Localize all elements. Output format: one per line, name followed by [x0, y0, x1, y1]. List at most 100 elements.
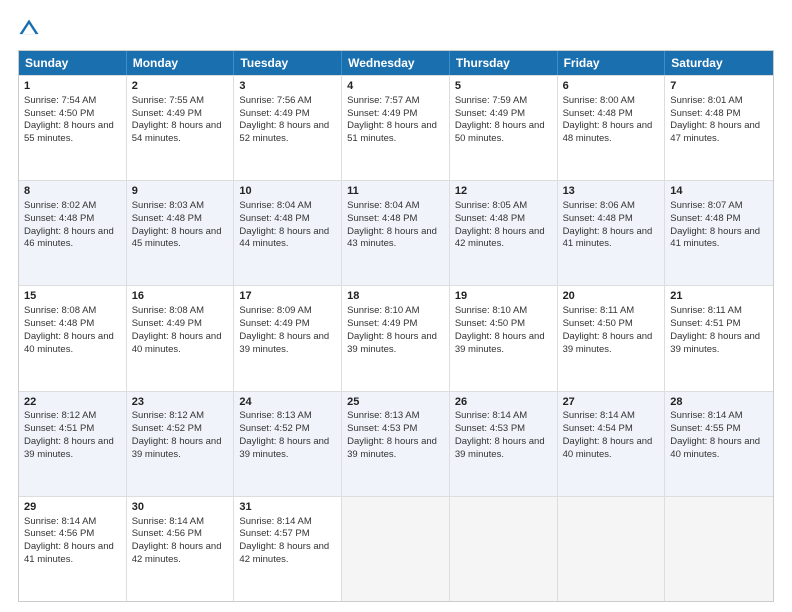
cell-day: 18	[347, 289, 444, 304]
header	[18, 18, 774, 40]
cal-cell: 15 Sunrise: 8:08 AM Sunset: 4:48 PM Dayl…	[19, 286, 127, 390]
cell-daylight: Daylight: 8 hours and 47 minutes.	[670, 120, 768, 146]
cal-header-cell: Wednesday	[342, 51, 450, 75]
cell-daylight: Daylight: 8 hours and 40 minutes.	[670, 436, 768, 462]
cell-sunrise: Sunrise: 8:08 AM	[24, 305, 121, 318]
cell-day: 3	[239, 79, 336, 94]
cell-sunrise: Sunrise: 8:10 AM	[347, 305, 444, 318]
cell-daylight: Daylight: 8 hours and 42 minutes.	[239, 541, 336, 567]
cell-daylight: Daylight: 8 hours and 39 minutes.	[670, 331, 768, 357]
cell-daylight: Daylight: 8 hours and 54 minutes.	[132, 120, 229, 146]
cell-sunrise: Sunrise: 8:05 AM	[455, 200, 552, 213]
cell-sunrise: Sunrise: 8:09 AM	[239, 305, 336, 318]
cell-day: 10	[239, 184, 336, 199]
cell-sunrise: Sunrise: 8:10 AM	[455, 305, 552, 318]
cell-day: 13	[563, 184, 660, 199]
cell-sunset: Sunset: 4:49 PM	[347, 318, 444, 331]
calendar: SundayMondayTuesdayWednesdayThursdayFrid…	[18, 50, 774, 602]
cell-day: 24	[239, 395, 336, 410]
cell-daylight: Daylight: 8 hours and 40 minutes.	[563, 436, 660, 462]
cell-day: 27	[563, 395, 660, 410]
cell-sunset: Sunset: 4:48 PM	[24, 318, 121, 331]
cal-row: 29 Sunrise: 8:14 AM Sunset: 4:56 PM Dayl…	[19, 496, 773, 601]
cal-cell: 21 Sunrise: 8:11 AM Sunset: 4:51 PM Dayl…	[665, 286, 773, 390]
cell-day: 14	[670, 184, 768, 199]
cal-cell: 31 Sunrise: 8:14 AM Sunset: 4:57 PM Dayl…	[234, 497, 342, 601]
cell-daylight: Daylight: 8 hours and 52 minutes.	[239, 120, 336, 146]
cell-sunset: Sunset: 4:49 PM	[239, 108, 336, 121]
cal-cell	[558, 497, 666, 601]
cell-daylight: Daylight: 8 hours and 39 minutes.	[455, 331, 552, 357]
cell-sunrise: Sunrise: 8:08 AM	[132, 305, 229, 318]
cell-day: 23	[132, 395, 229, 410]
cell-sunset: Sunset: 4:52 PM	[239, 423, 336, 436]
page: SundayMondayTuesdayWednesdayThursdayFrid…	[0, 0, 792, 612]
logo	[18, 18, 40, 40]
cell-sunset: Sunset: 4:50 PM	[455, 318, 552, 331]
cell-sunset: Sunset: 4:48 PM	[239, 213, 336, 226]
cell-daylight: Daylight: 8 hours and 39 minutes.	[239, 436, 336, 462]
cell-sunset: Sunset: 4:49 PM	[132, 318, 229, 331]
cal-cell: 20 Sunrise: 8:11 AM Sunset: 4:50 PM Dayl…	[558, 286, 666, 390]
cell-sunset: Sunset: 4:51 PM	[670, 318, 768, 331]
cell-daylight: Daylight: 8 hours and 42 minutes.	[132, 541, 229, 567]
cell-sunrise: Sunrise: 8:03 AM	[132, 200, 229, 213]
cell-day: 30	[132, 500, 229, 515]
cell-sunset: Sunset: 4:57 PM	[239, 528, 336, 541]
cell-day: 15	[24, 289, 121, 304]
cell-daylight: Daylight: 8 hours and 41 minutes.	[670, 226, 768, 252]
cell-sunrise: Sunrise: 8:06 AM	[563, 200, 660, 213]
calendar-body: 1 Sunrise: 7:54 AM Sunset: 4:50 PM Dayli…	[19, 75, 773, 601]
cell-sunset: Sunset: 4:49 PM	[239, 318, 336, 331]
cal-cell: 30 Sunrise: 8:14 AM Sunset: 4:56 PM Dayl…	[127, 497, 235, 601]
cell-daylight: Daylight: 8 hours and 39 minutes.	[24, 436, 121, 462]
cell-sunrise: Sunrise: 8:11 AM	[670, 305, 768, 318]
cal-cell: 29 Sunrise: 8:14 AM Sunset: 4:56 PM Dayl…	[19, 497, 127, 601]
cell-daylight: Daylight: 8 hours and 50 minutes.	[455, 120, 552, 146]
cal-cell: 1 Sunrise: 7:54 AM Sunset: 4:50 PM Dayli…	[19, 76, 127, 180]
cell-sunrise: Sunrise: 8:12 AM	[132, 410, 229, 423]
cell-day: 9	[132, 184, 229, 199]
cell-day: 6	[563, 79, 660, 94]
cell-sunrise: Sunrise: 8:02 AM	[24, 200, 121, 213]
cal-cell: 18 Sunrise: 8:10 AM Sunset: 4:49 PM Dayl…	[342, 286, 450, 390]
cell-sunset: Sunset: 4:49 PM	[132, 108, 229, 121]
cal-cell: 17 Sunrise: 8:09 AM Sunset: 4:49 PM Dayl…	[234, 286, 342, 390]
cell-sunset: Sunset: 4:50 PM	[563, 318, 660, 331]
cal-cell	[665, 497, 773, 601]
cal-cell: 3 Sunrise: 7:56 AM Sunset: 4:49 PM Dayli…	[234, 76, 342, 180]
cell-sunset: Sunset: 4:51 PM	[24, 423, 121, 436]
cell-day: 21	[670, 289, 768, 304]
cell-daylight: Daylight: 8 hours and 39 minutes.	[347, 331, 444, 357]
cal-cell: 10 Sunrise: 8:04 AM Sunset: 4:48 PM Dayl…	[234, 181, 342, 285]
cell-daylight: Daylight: 8 hours and 43 minutes.	[347, 226, 444, 252]
cell-day: 16	[132, 289, 229, 304]
cell-sunrise: Sunrise: 7:54 AM	[24, 95, 121, 108]
cal-cell: 28 Sunrise: 8:14 AM Sunset: 4:55 PM Dayl…	[665, 392, 773, 496]
cell-day: 4	[347, 79, 444, 94]
cell-day: 8	[24, 184, 121, 199]
cell-day: 5	[455, 79, 552, 94]
cell-day: 29	[24, 500, 121, 515]
cal-cell: 22 Sunrise: 8:12 AM Sunset: 4:51 PM Dayl…	[19, 392, 127, 496]
cell-sunrise: Sunrise: 8:14 AM	[132, 516, 229, 529]
cell-daylight: Daylight: 8 hours and 39 minutes.	[132, 436, 229, 462]
cell-sunset: Sunset: 4:48 PM	[563, 108, 660, 121]
cell-sunrise: Sunrise: 7:57 AM	[347, 95, 444, 108]
cal-cell: 5 Sunrise: 7:59 AM Sunset: 4:49 PM Dayli…	[450, 76, 558, 180]
cal-header-cell: Thursday	[450, 51, 558, 75]
cell-sunrise: Sunrise: 8:13 AM	[347, 410, 444, 423]
cell-daylight: Daylight: 8 hours and 42 minutes.	[455, 226, 552, 252]
cell-sunrise: Sunrise: 8:14 AM	[239, 516, 336, 529]
cal-row: 8 Sunrise: 8:02 AM Sunset: 4:48 PM Dayli…	[19, 180, 773, 285]
cell-sunset: Sunset: 4:53 PM	[455, 423, 552, 436]
cal-cell: 6 Sunrise: 8:00 AM Sunset: 4:48 PM Dayli…	[558, 76, 666, 180]
cell-sunset: Sunset: 4:54 PM	[563, 423, 660, 436]
cal-row: 1 Sunrise: 7:54 AM Sunset: 4:50 PM Dayli…	[19, 75, 773, 180]
cal-cell: 2 Sunrise: 7:55 AM Sunset: 4:49 PM Dayli…	[127, 76, 235, 180]
cal-cell: 13 Sunrise: 8:06 AM Sunset: 4:48 PM Dayl…	[558, 181, 666, 285]
cal-header-cell: Sunday	[19, 51, 127, 75]
cell-sunset: Sunset: 4:56 PM	[132, 528, 229, 541]
cell-sunset: Sunset: 4:48 PM	[455, 213, 552, 226]
cell-daylight: Daylight: 8 hours and 39 minutes.	[347, 436, 444, 462]
